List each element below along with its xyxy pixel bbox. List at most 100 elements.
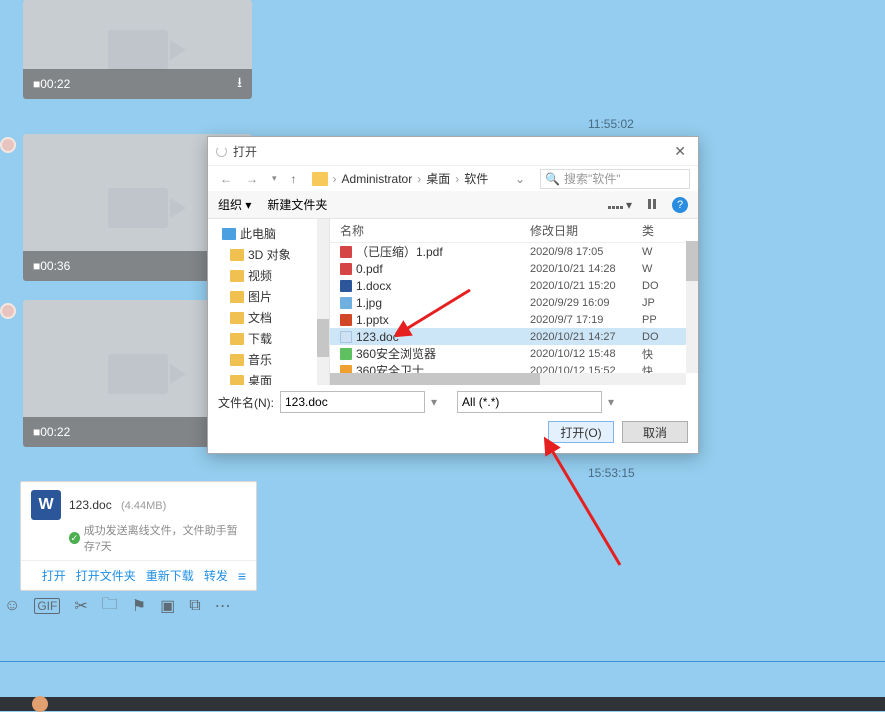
file-row-name: 123.doc <box>356 330 399 344</box>
tree-this-pc[interactable]: 此电脑 <box>208 223 329 244</box>
nav-forward-icon[interactable]: → <box>242 172 262 186</box>
image-icon[interactable]: ▣ <box>160 596 175 616</box>
word-file-icon: W <box>31 490 61 520</box>
gif-icon[interactable]: GIF <box>34 598 60 614</box>
file-more-icon[interactable]: ≡ <box>238 568 246 584</box>
emoji-icon[interactable]: ☺ <box>4 597 20 615</box>
open-button[interactable]: 打开(O) <box>548 421 614 443</box>
avatar[interactable] <box>0 137 16 153</box>
video-duration: 00:22 <box>40 425 70 439</box>
file-filter-select[interactable] <box>457 391 602 413</box>
success-check-icon: ✓ <box>69 532 80 544</box>
folder-icon <box>312 172 328 186</box>
file-row-name: 360安全浏览器 <box>356 345 436 362</box>
new-folder-button[interactable]: 新建文件夹 <box>267 196 327 213</box>
filename-input[interactable] <box>280 391 425 413</box>
file-row[interactable]: 1.jpg2020/9/29 16:09JP <box>330 294 698 311</box>
file-name: 123.doc <box>69 498 112 512</box>
file-open-link[interactable]: 打开 <box>42 567 66 584</box>
file-row-date: 2020/10/12 15:48 <box>530 348 642 360</box>
file-row-name: 1.pptx <box>356 313 389 327</box>
file-open-folder-link[interactable]: 打开文件夹 <box>76 567 136 584</box>
file-row[interactable]: 1.docx2020/10/21 15:20DO <box>330 277 698 294</box>
download-icon[interactable]: ⭳ <box>237 72 242 96</box>
file-row-date: 2020/9/29 16:09 <box>530 297 642 309</box>
breadcrumb-admin[interactable]: Administrator <box>342 172 413 186</box>
flag-icon[interactable]: ⚑ <box>132 596 146 616</box>
search-icon: 🔍 <box>545 172 560 186</box>
chat-timestamp: 11:55:02 <box>588 117 634 131</box>
file-row-date: 2020/10/21 15:20 <box>530 280 642 292</box>
file-row[interactable]: 360安全浏览器2020/10/12 15:48快 <box>330 345 698 362</box>
breadcrumb-desktop[interactable]: 桌面 <box>426 170 450 187</box>
file-row[interactable]: 1.pptx2020/9/7 17:19PP <box>330 311 698 328</box>
view-mode-icon[interactable]: ▾ <box>608 198 632 212</box>
tree-music[interactable]: 音乐 <box>208 349 329 370</box>
tree-scrollbar[interactable] <box>317 219 329 385</box>
nav-up-icon[interactable]: ↑ <box>287 172 301 186</box>
breadcrumb-bar[interactable]: › Administrator › 桌面 › 软件 ⌄ <box>307 168 534 189</box>
column-header-type[interactable]: 类 <box>642 222 698 239</box>
file-redownload-link[interactable]: 重新下载 <box>146 567 194 584</box>
tree-desktop[interactable]: 桌面 <box>208 370 329 385</box>
file-row[interactable]: 123.doc2020/10/21 14:27DO <box>330 328 698 345</box>
tree-videos[interactable]: 视频 <box>208 265 329 286</box>
file-list-hscrollbar[interactable] <box>330 373 686 385</box>
video-message-1[interactable]: ■ 00:22 ⭳ <box>23 0 252 99</box>
dialog-search-input[interactable]: 🔍 搜索"软件" <box>540 169 690 189</box>
close-icon[interactable]: ✕ <box>670 143 690 160</box>
dialog-icon <box>216 146 227 157</box>
tree-3d-objects[interactable]: 3D 对象 <box>208 244 329 265</box>
video-duration: 00:36 <box>40 259 70 273</box>
folder-icon[interactable]: 🗀 <box>102 593 118 620</box>
file-status-text: 成功发送离线文件，文件助手暂存7天 <box>84 522 246 554</box>
filter-dropdown-icon[interactable]: ▾ <box>608 395 614 409</box>
video-camera-icon: ■ <box>33 425 40 439</box>
file-row-name: 1.docx <box>356 279 391 293</box>
video-camera-icon: ■ <box>33 259 40 273</box>
file-row-date: 2020/10/21 14:28 <box>530 263 642 275</box>
file-row-name: 0.pdf <box>356 262 383 276</box>
nav-back-icon[interactable]: ← <box>216 172 236 186</box>
file-size: (4.44MB) <box>121 500 166 512</box>
dialog-title: 打开 <box>233 143 257 160</box>
scissors-icon[interactable]: ✂ <box>74 596 87 616</box>
file-list-vscrollbar[interactable] <box>686 241 698 373</box>
taskbar[interactable] <box>0 697 885 711</box>
tree-documents[interactable]: 文档 <box>208 307 329 328</box>
nav-recent-icon[interactable]: ▾ <box>268 173 281 184</box>
organize-button[interactable]: 组织 ▾ <box>218 196 251 213</box>
column-header-name[interactable]: 名称 <box>330 222 530 239</box>
cancel-button[interactable]: 取消 <box>622 421 688 443</box>
file-row[interactable]: （已压缩）1.pdf2020/9/8 17:05W <box>330 243 698 260</box>
preview-pane-icon[interactable] <box>648 198 656 212</box>
tree-downloads[interactable]: 下载 <box>208 328 329 349</box>
file-row[interactable]: 0.pdf2020/10/21 14:28W <box>330 260 698 277</box>
column-header-modified[interactable]: 修改日期 <box>530 222 642 239</box>
file-row-name: （已压缩）1.pdf <box>356 243 443 260</box>
tree-pictures[interactable]: 图片 <box>208 286 329 307</box>
navigation-tree: 此电脑 3D 对象 视频 图片 文档 下载 音乐 桌面 Win10 (C:) <box>208 219 330 385</box>
taskbar-app-icon[interactable] <box>32 696 48 712</box>
file-type-icon <box>340 246 352 258</box>
file-forward-link[interactable]: 转发 <box>204 567 228 584</box>
file-type-icon <box>340 331 352 343</box>
chat-timestamp: 15:53:15 <box>588 466 635 480</box>
avatar[interactable] <box>0 303 16 319</box>
file-row-date: 2020/9/7 17:19 <box>530 314 642 326</box>
file-type-icon <box>340 263 352 275</box>
breadcrumb-dropdown-icon[interactable]: ⌄ <box>515 172 525 186</box>
file-type-icon <box>340 314 352 326</box>
chat-area-divider <box>0 661 885 662</box>
more-icon[interactable]: ⋯ <box>215 596 231 616</box>
help-icon[interactable]: ? <box>672 197 688 213</box>
annotation-arrow-2 <box>500 435 640 575</box>
chat-input-toolbar: ☺ GIF ✂ 🗀 ⚑ ▣ ⧉ ⋯ <box>0 592 885 620</box>
search-placeholder: 搜索"软件" <box>564 170 621 187</box>
screen-capture-icon[interactable]: ⧉ <box>189 597 200 615</box>
filename-dropdown-icon[interactable]: ▾ <box>431 395 437 409</box>
breadcrumb-software[interactable]: 软件 <box>464 170 488 187</box>
video-duration: 00:22 <box>40 77 70 91</box>
file-type-icon <box>340 297 352 309</box>
file-type-icon <box>340 280 352 292</box>
